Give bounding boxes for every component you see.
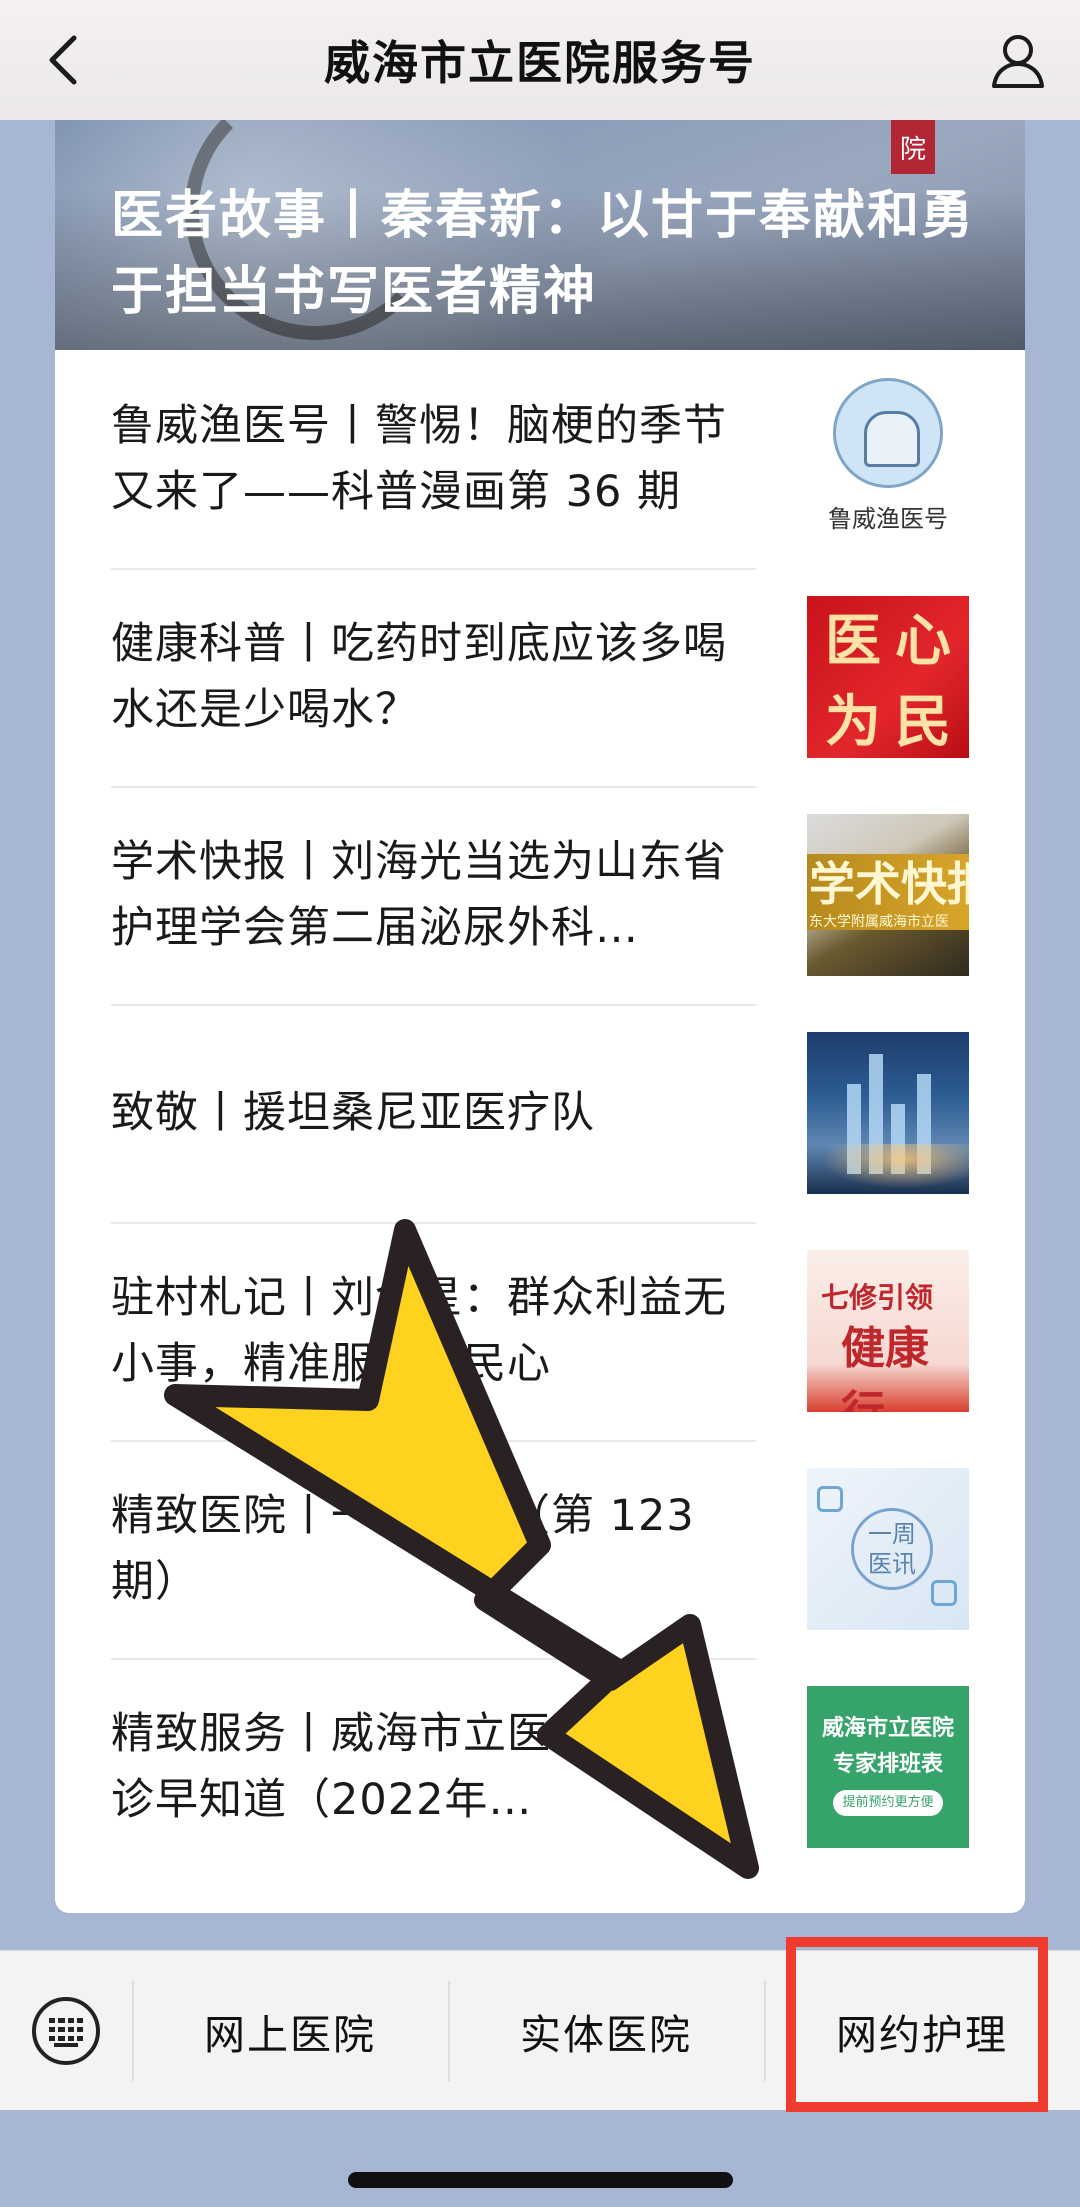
hospital-seal: 院 [891,120,935,174]
thumbnail-text: 健康行 [841,1323,929,1412]
menu-physical-hospital[interactable]: 实体医院 [450,1951,762,2111]
article-thumbnail: 学术快报 东大学附属威海市立医 [807,814,969,976]
article-thumbnail: 医 心 为 民 [807,596,969,758]
thumbnail-caption: 鲁威渔医号 [828,505,948,533]
article-list: 鲁威渔医号丨警惕！脑梗的季节又来了——科普漫画第 36 期 鲁威渔医号 健康科普… [55,350,1025,1876]
article-title: 精致服务丨威海市立医院专家坐诊早知道（2022年… [111,1709,727,1825]
list-item[interactable]: 精致服务丨威海市立医院专家坐诊早知道（2022年… 威海市立医院 专家排班表 提… [111,1658,969,1876]
thumbnail-text: 威海市立医院 [821,1716,954,1741]
hexagon-icon [931,1580,957,1606]
article-thumbnail: 鲁威渔医号 [807,378,969,540]
highlight-box [786,1937,1048,2112]
list-item[interactable]: 致敬丨援坦桑尼亚医疗队 [111,1004,969,1224]
thumbnail-banner: 学术快报 东大学附属威海市立医 [807,854,969,930]
home-indicator[interactable] [348,2172,733,2188]
chevron-left-icon[interactable] [40,32,90,88]
thumbnail-button: 提前预约更方便 [833,1790,943,1816]
article-title: 驻村札记丨刘金星：群众利益无小事，精准服务暖民心 [111,1273,727,1389]
thumbnail-text: 七修引领 [821,1281,934,1314]
article-title: 致敬丨援坦桑尼亚医疗队 [111,1088,595,1138]
article-thumbnail: 威海市立医院 专家排班表 提前预约更方便 [807,1686,969,1848]
thumbnail-text: 一周 医讯 [851,1508,933,1590]
thumbnail-subtext: 东大学附属威海市立医 [809,914,949,930]
article-title: 精致医院丨一周医讯（第 123 期） [111,1491,695,1607]
menu-online-hospital[interactable]: 网上医院 [134,1951,446,2111]
list-item[interactable]: 学术快报丨刘海光当选为山东省护理学会第二届泌尿外科… 学术快报 东大学附属威海市… [111,786,969,1006]
user-icon[interactable] [986,28,1050,92]
city-lights [807,1144,969,1194]
article-thumbnail: 七修引领 健康行 [807,1250,969,1412]
thumbnail-glyph: 医 [825,609,881,674]
page-title: 威海市立医院服务号 [324,36,756,90]
app-header: 威海市立医院服务号 [0,0,1080,120]
article-title: 鲁威渔医号丨警惕！脑梗的季节又来了——科普漫画第 36 期 [111,401,727,517]
hexagon-icon [817,1486,843,1512]
list-item[interactable]: 驻村札记丨刘金星：群众利益无小事，精准服务暖民心 七修引领 健康行 [111,1222,969,1442]
hero-title: 医者故事丨秦春新：以甘于奉献和勇于担当书写医者精神 [111,186,976,322]
keyboard-icon[interactable] [32,1997,100,2065]
article-thumbnail: 一周 医讯 [807,1468,969,1630]
article-thumbnail [807,1032,969,1194]
thumbnail-text: 专家排班表 [832,1752,943,1777]
thumbnail-glyph: 民 [895,690,951,755]
article-title: 健康科普丨吃药时到底应该多喝水还是少喝水？ [111,619,727,735]
article-title: 学术快报丨刘海光当选为山东省护理学会第二届泌尿外科… [111,837,727,953]
article-card: 院 医者故事丨秦春新：以甘于奉献和勇于担当书写医者精神 鲁威渔医号丨警惕！脑梗的… [55,120,1025,1913]
list-item[interactable]: 健康科普丨吃药时到底应该多喝水还是少喝水？ 医 心 为 民 [111,568,969,788]
cartoon-icon [833,378,943,488]
thumbnail-glyph: 为 [825,690,881,755]
list-item[interactable]: 鲁威渔医号丨警惕！脑梗的季节又来了——科普漫画第 36 期 鲁威渔医号 [111,350,969,570]
hero-article[interactable]: 院 医者故事丨秦春新：以甘于奉献和勇于担当书写医者精神 [55,120,1025,350]
list-item[interactable]: 精致医院丨一周医讯（第 123 期） 一周 医讯 [111,1440,969,1660]
thumbnail-text: 学术快报 [809,857,969,911]
thumbnail-glyph: 心 [895,609,951,674]
